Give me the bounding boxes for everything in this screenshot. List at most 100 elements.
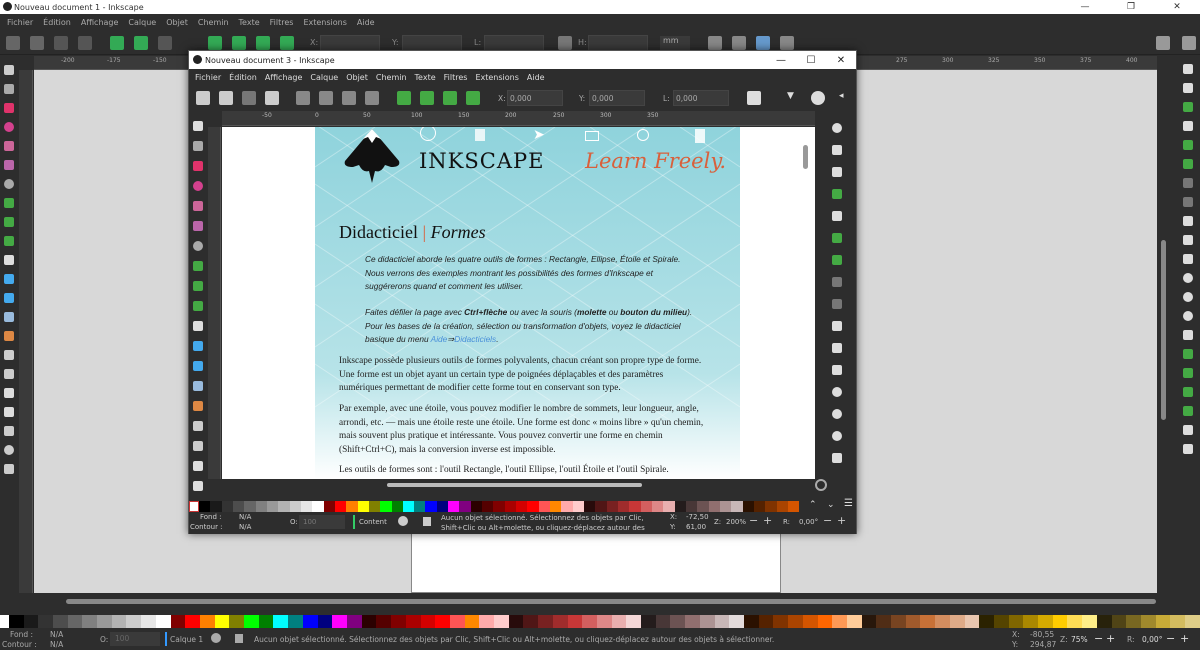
rotate-cw-icon[interactable] — [319, 91, 333, 105]
unlink-clone-icon[interactable] — [1183, 368, 1193, 378]
connector-tool-icon[interactable] — [193, 481, 203, 491]
minimize-button[interactable]: — — [766, 51, 796, 69]
ungroup-icon[interactable] — [1183, 406, 1193, 416]
lock-ratio-icon[interactable] — [747, 91, 761, 105]
commands-bar-toggle-icon[interactable] — [1182, 36, 1196, 50]
clone-icon[interactable] — [1183, 349, 1193, 359]
menu-affichage[interactable]: Affichage — [261, 73, 307, 82]
maximize-button[interactable]: ☐ — [796, 51, 826, 69]
current-layer[interactable]: Content — [359, 518, 387, 526]
menu-calque[interactable]: Calque — [306, 73, 342, 82]
menu-edition[interactable]: Édition — [225, 73, 261, 82]
zoom-selection-icon[interactable] — [832, 387, 842, 397]
move-patterns-icon[interactable] — [780, 36, 794, 50]
print-icon[interactable] — [1183, 121, 1193, 131]
rotate-cw-icon[interactable] — [134, 36, 148, 50]
lower-icon[interactable] — [256, 36, 270, 50]
rotate-ccw-button[interactable]: − — [1166, 632, 1175, 645]
didacticiels-link[interactable]: Didacticiels — [454, 334, 496, 344]
palette-scroll-up-icon[interactable]: ⌃ — [809, 500, 817, 510]
copy-icon[interactable] — [1183, 216, 1193, 226]
aide-link[interactable]: Aide — [431, 334, 448, 344]
zoom-value[interactable]: 200% — [726, 518, 746, 526]
spiral-tool-icon[interactable] — [4, 179, 14, 189]
lower-to-bottom-icon[interactable] — [280, 36, 294, 50]
select-all-icon[interactable] — [6, 36, 20, 50]
second-color-palette[interactable] — [189, 501, 800, 512]
rotate-ccw-button[interactable]: − — [823, 514, 832, 527]
redo-icon[interactable] — [1183, 197, 1193, 207]
layer-visibility-icon[interactable] — [398, 516, 408, 526]
menu-filtres[interactable]: Filtres — [440, 73, 472, 82]
menu-filtres[interactable]: Filtres — [265, 18, 299, 27]
fill-stroke-icon[interactable] — [1183, 425, 1193, 435]
deselect-icon[interactable] — [54, 36, 68, 50]
menu-texte[interactable]: Texte — [411, 73, 440, 82]
3d-box-tool-icon[interactable] — [4, 160, 14, 170]
menu-aide[interactable]: Aide — [523, 73, 549, 82]
main-vertical-scrollbar[interactable] — [1160, 70, 1168, 593]
connector-tool-icon[interactable] — [4, 407, 14, 417]
menu-fichier[interactable]: Fichier — [2, 18, 38, 27]
copy-icon[interactable] — [832, 321, 842, 331]
eraser-tool-icon[interactable] — [4, 388, 14, 398]
menu-affichage[interactable]: Affichage — [76, 18, 124, 27]
star-tool-icon[interactable] — [193, 201, 203, 211]
rotate-cw-button[interactable]: + — [837, 514, 846, 527]
palette-menu-icon[interactable]: ☰ — [844, 498, 853, 509]
zoom-drawing-icon[interactable] — [1183, 292, 1193, 302]
gradient-tool-icon[interactable] — [193, 341, 203, 351]
undo-icon[interactable] — [832, 277, 842, 287]
layer-lock-icon[interactable] — [423, 517, 431, 526]
fill-value[interactable]: N/A — [50, 630, 63, 639]
raise-icon[interactable] — [232, 36, 246, 50]
second-canvas[interactable]: INKSCAPE Learn Freely. ➤ Didacticiel | F… — [222, 127, 815, 479]
gradient-tool-icon[interactable] — [4, 274, 14, 284]
export-icon[interactable] — [832, 255, 842, 265]
select-all-icon[interactable] — [196, 91, 210, 105]
dropper-tool-icon[interactable] — [4, 312, 14, 322]
raise-icon[interactable] — [420, 91, 434, 105]
group-icon[interactable] — [1183, 387, 1193, 397]
selector-tool-icon[interactable] — [193, 121, 203, 131]
menu-texte[interactable]: Texte — [234, 18, 265, 27]
close-button[interactable]: ✕ — [1154, 0, 1200, 14]
expand-icon[interactable] — [832, 453, 842, 463]
zoom-page-icon[interactable] — [832, 431, 842, 441]
snap-toggle-icon[interactable] — [811, 91, 825, 105]
w-field[interactable]: 0,000 — [673, 90, 729, 106]
new-document-icon[interactable] — [1183, 64, 1193, 74]
pen-tool-icon[interactable] — [193, 281, 203, 291]
undo-icon[interactable] — [1183, 178, 1193, 188]
open-document-icon[interactable] — [1183, 83, 1193, 93]
commands-collapse-icon[interactable]: ◂ — [839, 91, 844, 101]
pencil-tool-icon[interactable] — [193, 261, 203, 271]
text-tool-icon[interactable] — [193, 321, 203, 331]
ellipse-tool-icon[interactable] — [4, 122, 14, 132]
overflow-menu-icon[interactable]: ▼ — [787, 91, 794, 101]
second-horizontal-scroll-thumb[interactable] — [387, 483, 642, 487]
raise-to-top-icon[interactable] — [208, 36, 222, 50]
menu-calque[interactable]: Calque — [123, 18, 161, 27]
paint-bucket-tool-icon[interactable] — [193, 401, 203, 411]
color-manage-icon[interactable] — [815, 479, 827, 491]
paint-bucket-tool-icon[interactable] — [4, 331, 14, 341]
dropper-tool-icon[interactable] — [193, 381, 203, 391]
move-gradients-icon[interactable] — [756, 36, 770, 50]
maximize-button[interactable]: ❐ — [1108, 0, 1154, 14]
main-horizontal-scroll-thumb[interactable] — [66, 599, 1156, 604]
stroke-value[interactable]: N/A — [239, 523, 251, 531]
menu-objet[interactable]: Objet — [161, 18, 193, 27]
second-horizontal-scrollbar[interactable] — [222, 481, 815, 489]
3d-box-tool-icon[interactable] — [193, 221, 203, 231]
zoom-in-button[interactable]: + — [763, 514, 772, 527]
paste-icon[interactable] — [832, 365, 842, 375]
scale-stroke-icon[interactable] — [708, 36, 722, 50]
flip-horizontal-icon[interactable] — [342, 91, 356, 105]
h-field[interactable] — [588, 35, 648, 51]
menu-edition[interactable]: Édition — [38, 18, 76, 27]
fill-value[interactable]: N/A — [239, 513, 251, 521]
measure-tool-icon[interactable] — [4, 426, 14, 436]
flip-vertical-icon[interactable] — [365, 91, 379, 105]
duplicate-icon[interactable] — [1183, 330, 1193, 340]
